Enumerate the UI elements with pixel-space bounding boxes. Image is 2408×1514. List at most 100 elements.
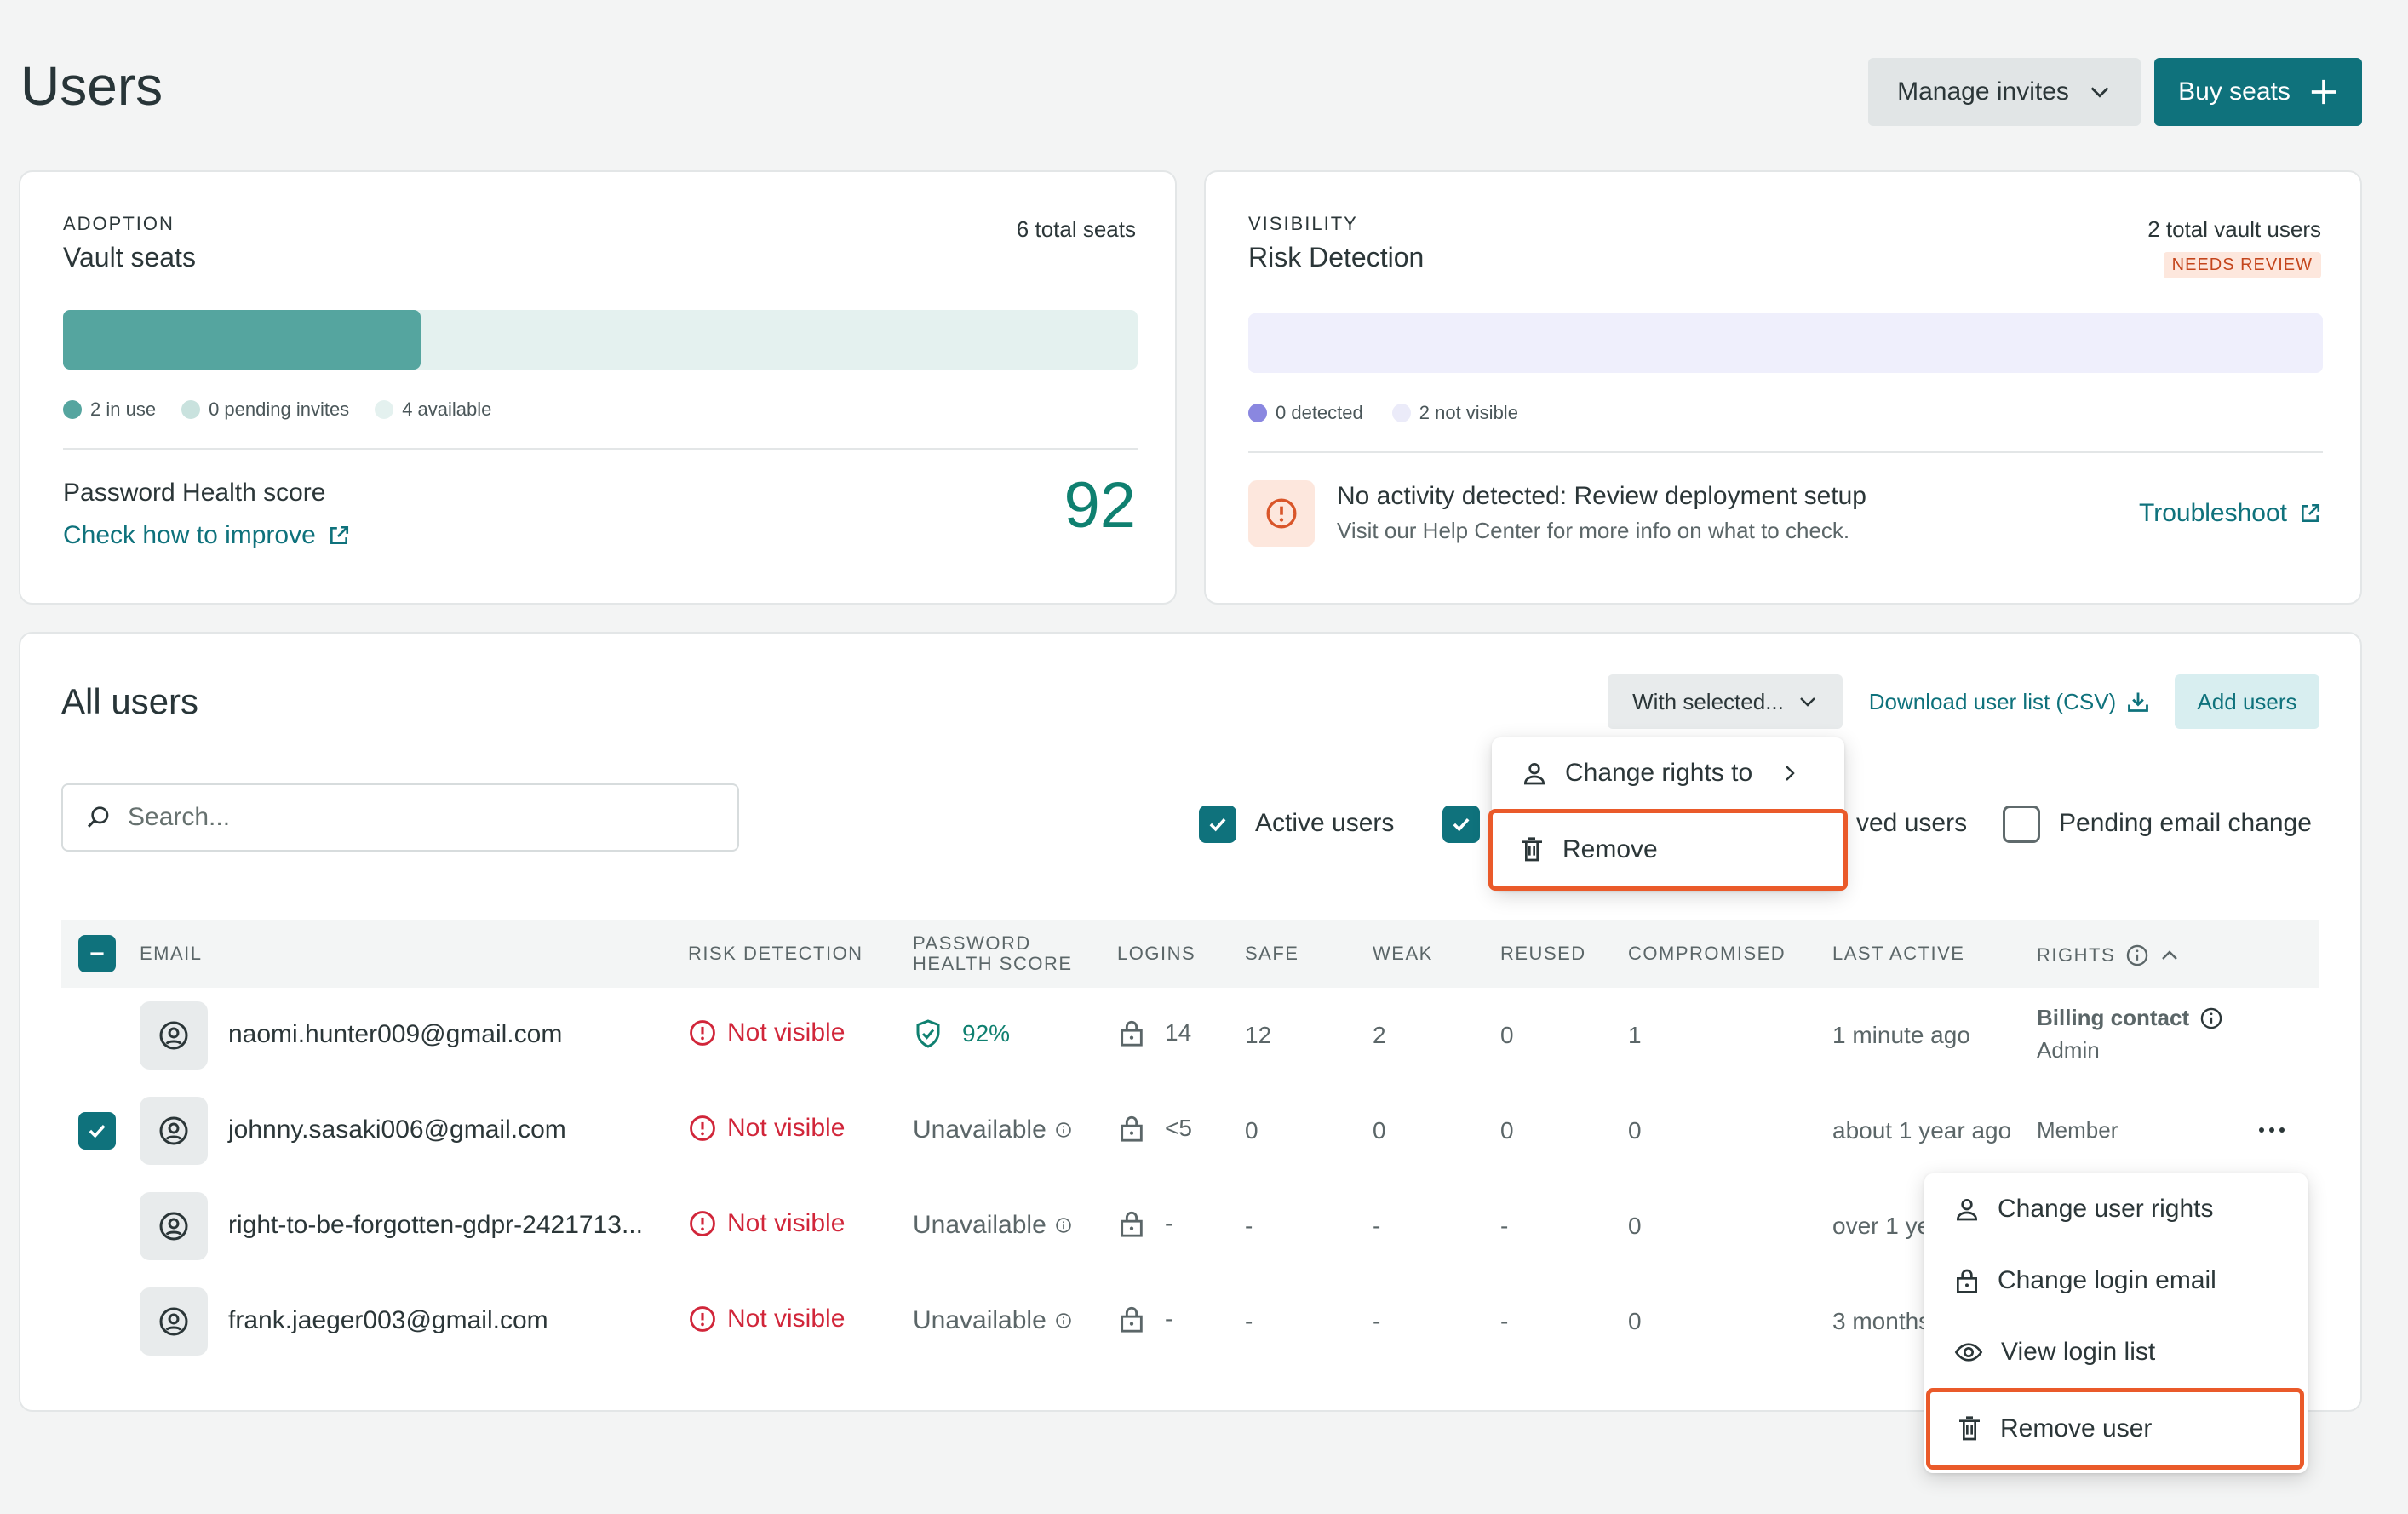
last-active: about 1 year ago — [1832, 1117, 2012, 1144]
search-placeholder: Search... — [128, 803, 231, 831]
avatar — [140, 1001, 208, 1070]
adoption-overline: ADOPTION — [63, 213, 175, 234]
col-email[interactable]: EMAIL — [140, 943, 203, 964]
last-active: 3 months — [1832, 1308, 1931, 1334]
user-icon — [1953, 1196, 1981, 1223]
health-score-label: Password Health score — [63, 479, 326, 507]
external-link-icon — [2299, 502, 2321, 525]
legend-pending: 0 pending invites — [181, 399, 349, 421]
search-input[interactable]: Search... — [61, 783, 739, 852]
alert-circle-icon — [688, 1305, 717, 1333]
select-all-checkbox[interactable] — [78, 935, 116, 972]
download-csv-button[interactable]: Download user list (CSV) — [1863, 674, 2156, 729]
info-icon — [2199, 1006, 2223, 1030]
compromised-count: 0 — [1628, 1117, 1642, 1144]
col-safe[interactable]: SAFE — [1245, 943, 1299, 964]
search-icon — [85, 804, 112, 831]
reused-count: - — [1500, 1308, 1509, 1334]
plus-icon — [2309, 77, 2338, 106]
col-password-health[interactable]: PASSWORD HEALTH SCORE — [913, 933, 1073, 974]
view-login-list-item[interactable]: View login list — [1924, 1316, 2308, 1388]
vault-seats-title: Vault seats — [63, 242, 196, 272]
col-reused[interactable]: REUSED — [1500, 943, 1586, 964]
col-compromised[interactable]: COMPROMISED — [1628, 943, 1786, 964]
lock-icon — [1117, 1018, 1146, 1047]
weak-count: - — [1373, 1213, 1381, 1239]
avatar — [140, 1097, 208, 1165]
chevron-down-icon — [2088, 80, 2112, 104]
risk-status: Not visible — [688, 1209, 845, 1238]
logins-count: 14 — [1117, 1018, 1191, 1047]
change-user-rights-item[interactable]: Change user rights — [1924, 1173, 2308, 1245]
compromised-count: 1 — [1628, 1022, 1642, 1048]
all-users-title: All users — [61, 681, 199, 721]
trash-icon — [1518, 836, 1545, 863]
more-options-icon[interactable] — [2255, 1117, 2289, 1143]
divider — [1248, 451, 2323, 453]
risk-status: Not visible — [688, 1018, 845, 1047]
lock-icon — [1953, 1267, 1981, 1294]
row-checkbox[interactable] — [78, 1112, 116, 1150]
active-users-checkbox[interactable] — [1199, 806, 1236, 843]
col-last-active[interactable]: LAST ACTIVE — [1832, 943, 1964, 964]
manage-invites-button[interactable]: Manage invites — [1868, 58, 2141, 126]
pending-email-label: Pending email change — [2059, 809, 2312, 837]
weak-count: 2 — [1373, 1022, 1386, 1048]
total-vault-users: 2 total vault users — [2147, 216, 2321, 242]
with-selected-dropdown[interactable]: With selected... — [1608, 674, 1843, 729]
add-users-button[interactable]: Add users — [2175, 674, 2319, 729]
chevron-up-icon — [2159, 945, 2180, 966]
user-email[interactable]: johnny.sasaki006@gmail.com — [228, 1115, 566, 1144]
col-risk-detection[interactable]: RISK DETECTION — [688, 943, 863, 964]
troubleshoot-link[interactable]: Troubleshoot — [2139, 499, 2321, 528]
info-icon — [1055, 1312, 1072, 1329]
col-rights[interactable]: RIGHTS — [2037, 943, 2180, 967]
reused-count: - — [1500, 1213, 1509, 1239]
legend-in-use: 2 in use — [63, 399, 156, 421]
legend-detected: 0 detected — [1248, 402, 1363, 424]
risk-detection-title: Risk Detection — [1248, 242, 1425, 272]
risk-progress-bar — [1248, 313, 2323, 373]
health-score-value: 92 — [1064, 469, 1136, 542]
removed-users-label: ved users — [1856, 809, 1968, 837]
buy-seats-button[interactable]: Buy seats — [2154, 58, 2362, 126]
safe-count: 12 — [1245, 1022, 1272, 1048]
weak-count: - — [1373, 1308, 1381, 1334]
removed-users-checkbox[interactable] — [1442, 806, 1480, 843]
remove-user-item[interactable]: Remove user — [1926, 1388, 2304, 1470]
user-email[interactable]: right-to-be-forgotten-gdpr-2421713... — [228, 1211, 643, 1240]
rights-role: Member — [2037, 1117, 2118, 1143]
alert-title: No activity detected: Review deployment … — [1337, 482, 1866, 510]
page-title: Users — [20, 55, 163, 117]
user-email[interactable]: frank.jaeger003@gmail.com — [228, 1306, 548, 1335]
active-users-label: Active users — [1255, 809, 1395, 837]
pending-email-checkbox[interactable] — [2003, 806, 2040, 843]
change-rights-to-item[interactable]: Change rights to — [1492, 737, 1844, 809]
needs-review-badge: NEEDS REVIEW — [2163, 252, 2321, 278]
health-score: Unavailable — [913, 1306, 1072, 1335]
lock-icon — [1117, 1305, 1146, 1333]
check-improve-link[interactable]: Check how to improve — [63, 521, 350, 550]
change-login-email-item[interactable]: Change login email — [1924, 1245, 2308, 1316]
info-icon — [1055, 1121, 1072, 1138]
eye-icon — [1953, 1339, 1984, 1366]
safe-count: - — [1245, 1308, 1253, 1334]
legend-not-visible: 2 not visible — [1391, 402, 1518, 424]
reused-count: 0 — [1500, 1022, 1514, 1048]
col-logins[interactable]: LOGINS — [1117, 943, 1195, 964]
download-icon — [2126, 690, 2150, 714]
user-email[interactable]: naomi.hunter009@gmail.com — [228, 1020, 562, 1049]
manage-invites-label: Manage invites — [1897, 77, 2069, 106]
col-weak[interactable]: WEAK — [1373, 943, 1433, 964]
safe-count: - — [1245, 1213, 1253, 1239]
alert-circle-icon — [688, 1018, 717, 1047]
alert-circle-icon — [688, 1114, 717, 1143]
weak-count: 0 — [1373, 1117, 1386, 1144]
remove-item[interactable]: Remove — [1488, 809, 1848, 891]
health-score: Unavailable — [913, 1115, 1072, 1144]
rights-role: Admin — [2037, 1037, 2100, 1063]
info-icon — [1055, 1217, 1072, 1234]
last-active: 1 minute ago — [1832, 1022, 1970, 1048]
alert-circle-icon — [688, 1209, 717, 1238]
compromised-count: 0 — [1628, 1308, 1642, 1334]
